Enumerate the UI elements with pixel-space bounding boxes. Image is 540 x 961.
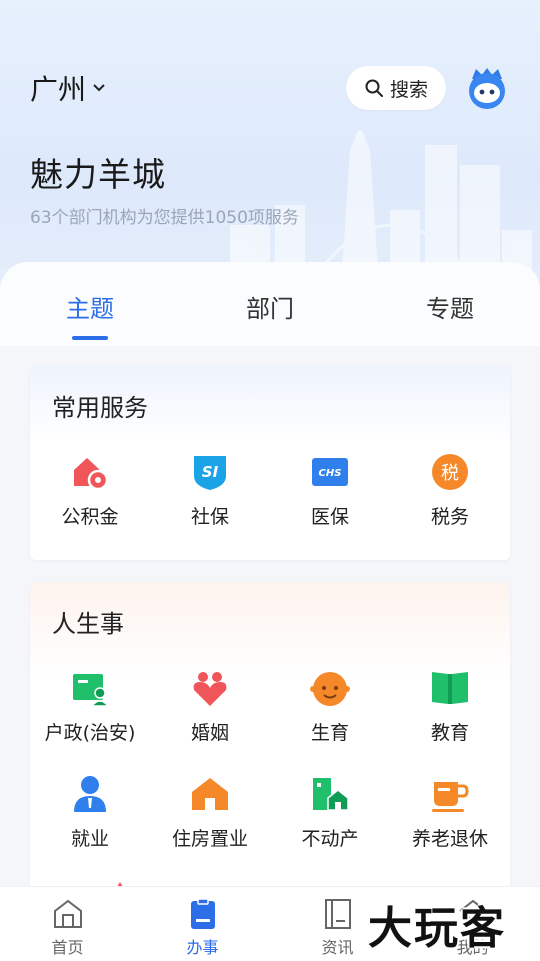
life-events-card: 人生事 户政(治安) 婚姻 生育 教育 就业 住房置业 不动产 养老退休 [30,582,510,902]
life-employment[interactable]: 就业 [30,774,150,851]
tabbar-label: 首页 [51,938,84,957]
tab-theme-label: 主题 [66,294,114,323]
page-title: 魅力羊城 [30,155,166,194]
retirement-icon [432,782,469,812]
common-services-grid: 公积金 SI 社保 CHS 医保 税 税务 [30,452,510,529]
service-medical-insurance[interactable]: CHS 医保 [270,452,390,529]
life-housing[interactable]: 住房置业 [150,774,270,851]
medical-insurance-icon: CHS [312,458,348,486]
life-events-row-1: 户政(治安) 婚姻 生育 教育 [30,668,510,745]
life-events-row-2: 就业 住房置业 不动产 养老退休 [30,774,510,851]
tab-topic-label: 专题 [426,294,474,323]
life-label: 教育 [430,722,469,744]
svg-text:SI: SI [202,463,219,481]
life-education[interactable]: 教育 [390,668,510,745]
common-services-title: 常用服务 [52,394,148,422]
education-icon [432,672,468,704]
robot-assistant-icon[interactable] [464,65,510,111]
marriage-icon [193,672,227,706]
content-sheet: 主题 部门 专题 常用服务 公积金 SI 社保 CHS 医保 税 税务 人生事 … [0,262,540,902]
news-icon [324,899,351,929]
life-events-title: 人生事 [52,610,124,638]
social-security-icon: SI [194,456,226,490]
home-icon [53,899,82,928]
tax-icon: 税 [432,454,468,490]
hero-banner: 广州 搜索 魅力羊城 63个部门机构为您提供1050项服务 [0,0,540,300]
search-label: 搜索 [389,78,428,101]
chevron-down-icon [93,84,105,92]
service-label: 税务 [430,506,469,528]
life-label: 不动产 [301,828,359,850]
life-real-estate[interactable]: 不动产 [270,774,390,851]
life-marriage[interactable]: 婚姻 [150,668,270,745]
tabbar-services[interactable]: 办事 [153,897,253,958]
life-label: 婚姻 [190,722,229,744]
real-estate-icon [313,778,349,811]
search-button[interactable]: 搜索 [346,66,446,110]
life-label: 养老退休 [411,828,488,850]
housing-icon [192,778,228,810]
life-household-registration[interactable]: 户政(治安) [30,668,150,745]
service-social-security[interactable]: SI 社保 [150,452,270,529]
watermark-text: 大玩客 [368,903,506,954]
life-retirement[interactable]: 养老退休 [390,774,510,851]
service-label: 公积金 [61,506,119,528]
tab-theme[interactable]: 主题 [30,285,150,340]
city-selector[interactable]: 广州 [30,68,106,108]
service-tax[interactable]: 税 税务 [390,452,510,529]
tab-topic[interactable]: 专题 [390,285,510,324]
household-registration-icon [73,674,110,707]
life-label: 住房置业 [171,828,248,850]
tabbar-label: 资讯 [321,938,354,957]
page-subtitle: 63个部门机构为您提供1050项服务 [30,208,299,228]
svg-text:税: 税 [441,463,459,484]
tabbar-label: 办事 [186,938,219,957]
common-services-card: 常用服务 公积金 SI 社保 CHS 医保 税 税务 [30,366,510,560]
svg-text:CHS: CHS [319,468,342,479]
services-icon [190,898,215,929]
life-label: 就业 [70,828,109,850]
category-tabs: 主题 部门 专题 [0,262,540,346]
tabbar-home[interactable]: 首页 [18,897,118,958]
service-label: 医保 [310,506,349,528]
employment-icon [74,776,106,812]
childbirth-icon [310,672,350,706]
city-name: 广州 [30,73,87,106]
life-childbirth[interactable]: 生育 [270,668,390,745]
search-icon [365,79,383,97]
active-tab-indicator [72,335,108,340]
life-label: 户政(治安) [44,722,136,744]
service-label: 社保 [190,506,229,528]
life-label: 生育 [310,722,349,744]
tab-department[interactable]: 部门 [210,285,330,324]
service-housing-fund[interactable]: 公积金 [30,452,150,529]
housing-fund-icon [74,458,109,491]
tab-department-label: 部门 [246,294,294,323]
